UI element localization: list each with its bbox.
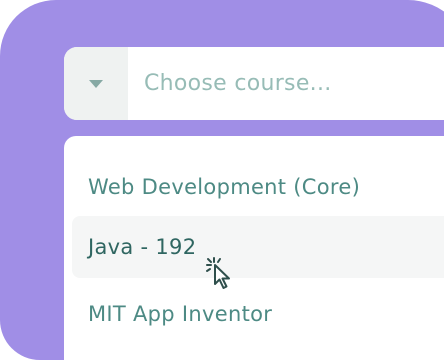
option-mit-app-inventor[interactable]: MIT App Inventor <box>72 283 444 345</box>
course-search-input[interactable] <box>128 47 444 120</box>
course-selector-illustration: Web Development (Core) Java - 192 MIT Ap… <box>0 0 444 364</box>
dropdown-toggle-button[interactable] <box>64 47 128 120</box>
dropdown-menu: Web Development (Core) Java - 192 MIT Ap… <box>64 136 444 364</box>
chevron-down-icon <box>89 80 103 88</box>
course-select[interactable] <box>64 47 444 120</box>
option-web-development-core[interactable]: Web Development (Core) <box>72 156 444 218</box>
cursor-click-icon <box>205 257 241 291</box>
option-java-192[interactable]: Java - 192 <box>72 216 444 278</box>
